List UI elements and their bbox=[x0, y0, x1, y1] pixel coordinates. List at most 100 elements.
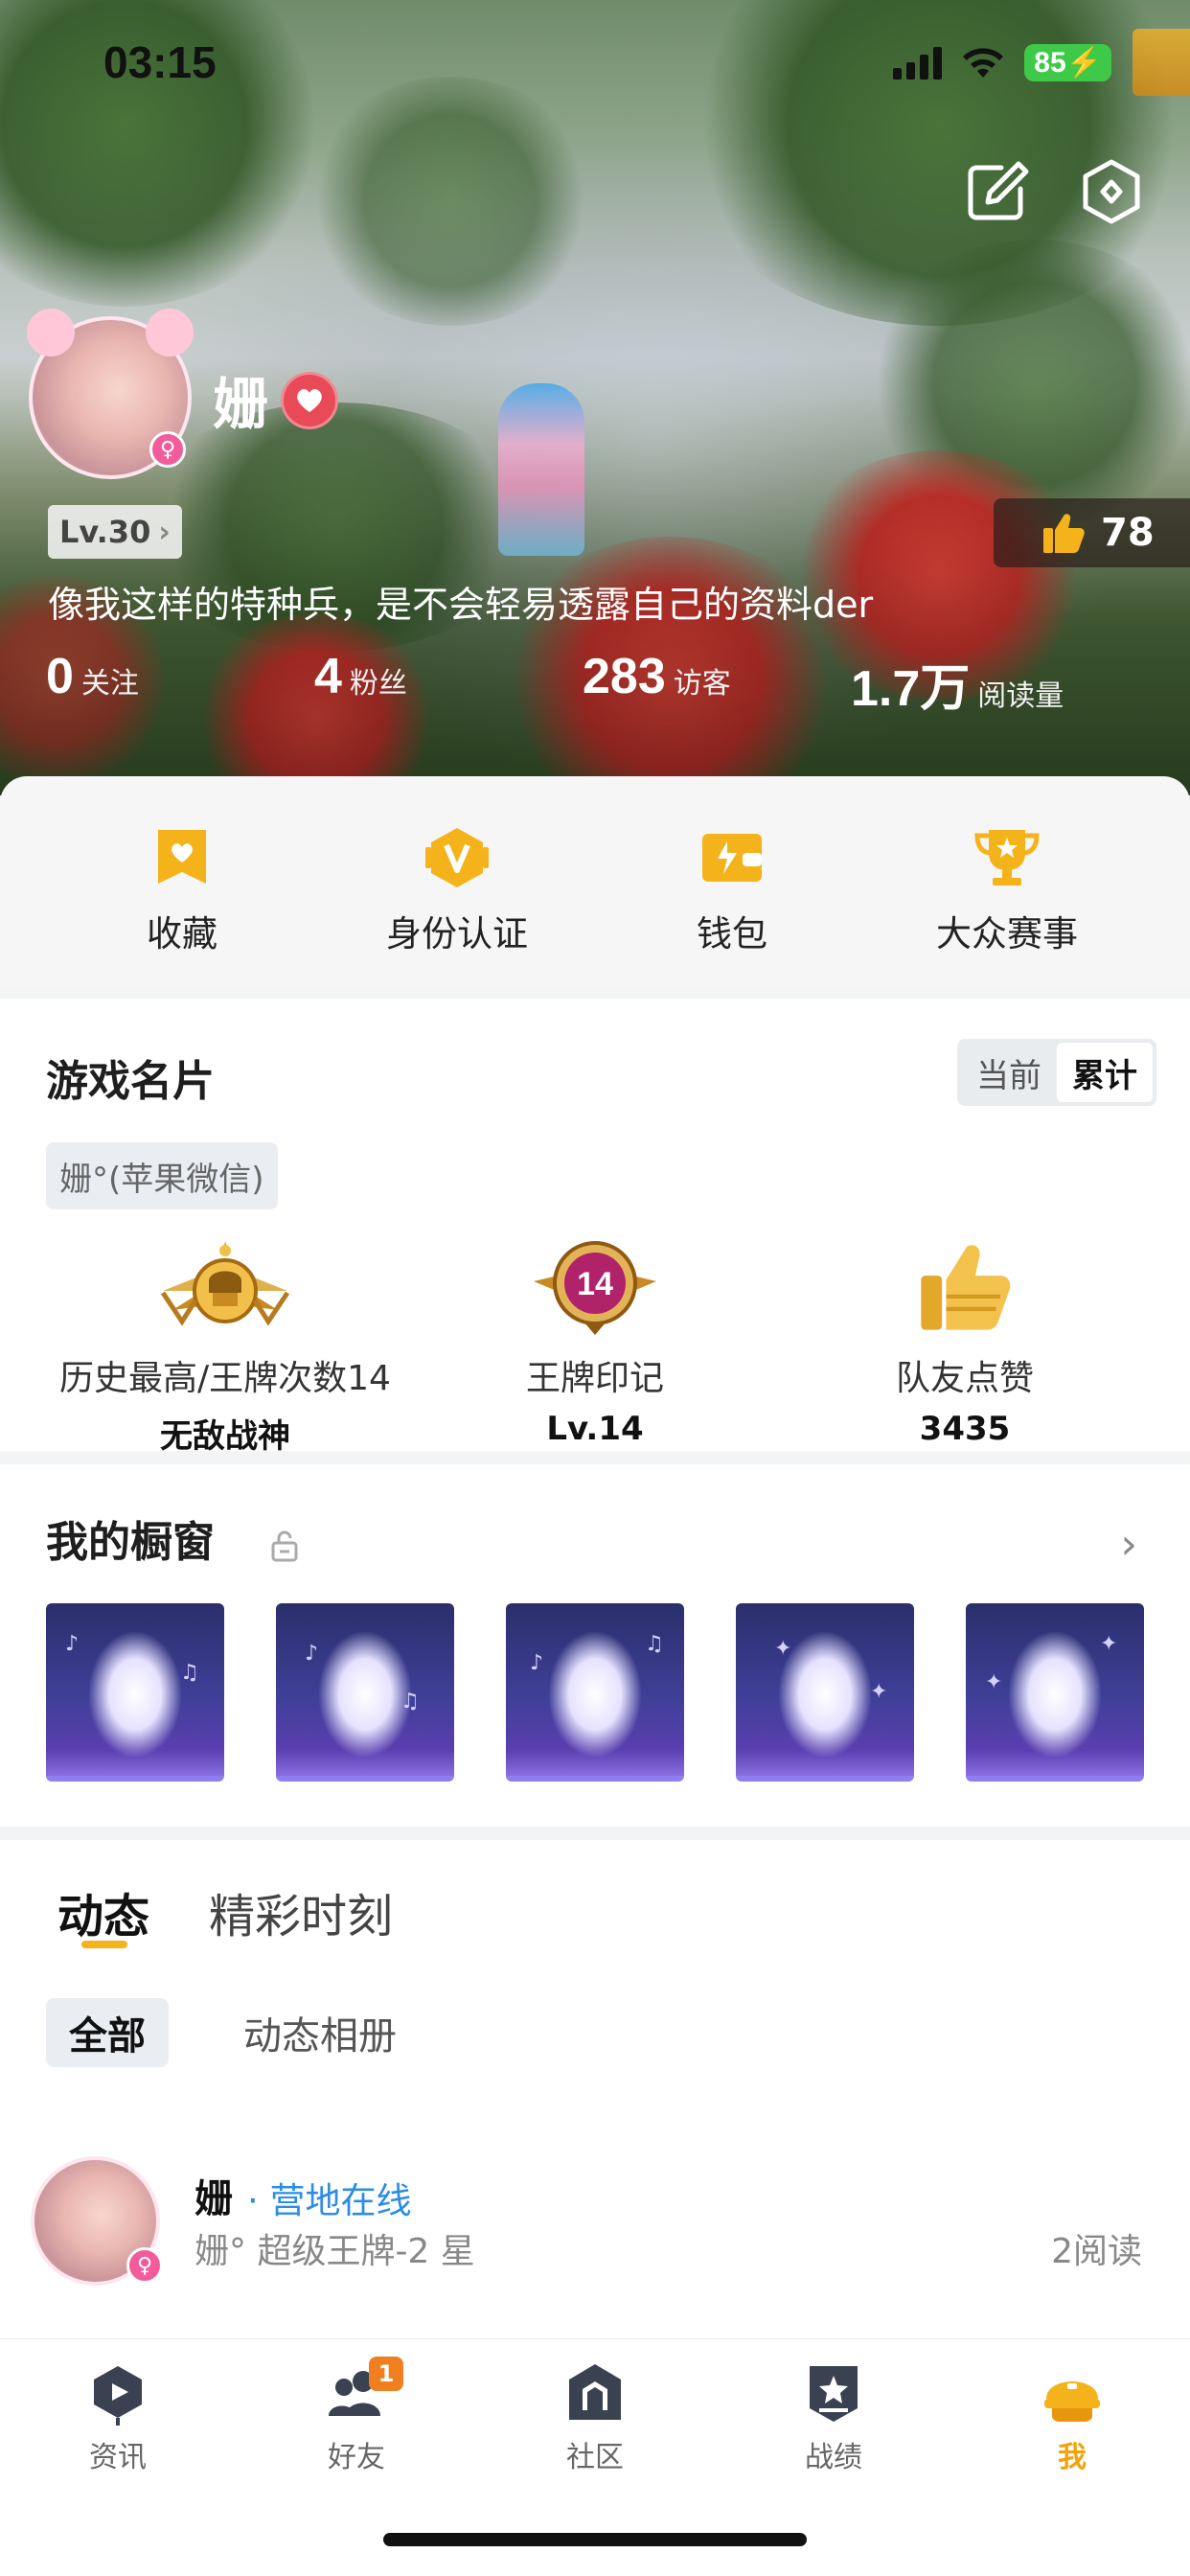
stat-value: 0 bbox=[46, 649, 74, 704]
stat-label: 访客 bbox=[673, 667, 731, 701]
battery-indicator: 85⚡ bbox=[1024, 43, 1111, 81]
honor-value: Lv.14 bbox=[546, 1410, 644, 1448]
filter-all[interactable]: 全部 bbox=[46, 1998, 169, 2067]
tab-label: 资讯 bbox=[89, 2441, 147, 2474]
profile-bio: 像我这样的特种兵，是不会轻易透露自己的资料der bbox=[48, 584, 874, 626]
profile-stats: 0 关注 4 粉丝 283 访客 1.7万 阅读量 bbox=[0, 648, 1190, 717]
tab-me[interactable]: 我 bbox=[995, 2360, 1149, 2475]
honor-label: 历史最高/王牌次数14 bbox=[59, 1359, 391, 1398]
thumbs-up-icon bbox=[1043, 514, 1085, 553]
quick-menu: 收藏 身份认证 钱包 大众赛事 bbox=[0, 776, 1190, 987]
game-account-tag[interactable]: 姗°(苹果微信) bbox=[46, 1142, 278, 1209]
quick-label: 钱包 bbox=[697, 913, 767, 954]
unlock-icon[interactable] bbox=[270, 1530, 299, 1562]
honor-highest-rank[interactable]: 历史最高/王牌次数14 无敌战神 bbox=[34, 1233, 417, 1457]
tab-news[interactable]: 资讯 bbox=[41, 2360, 195, 2475]
quick-verification[interactable]: 身份认证 bbox=[352, 824, 562, 956]
quick-events[interactable]: 大众赛事 bbox=[902, 824, 1112, 956]
stat-visitors[interactable]: 283 访客 bbox=[583, 648, 731, 705]
game-card-title: 游戏名片 bbox=[46, 1057, 215, 1106]
friends-badge: 1 bbox=[369, 2357, 403, 2391]
tab-highlights[interactable]: 精彩时刻 bbox=[209, 1878, 393, 1945]
quick-label: 身份认证 bbox=[386, 913, 528, 954]
wallet-icon bbox=[702, 834, 762, 882]
stat-label: 粉丝 bbox=[349, 667, 407, 701]
filter-album[interactable]: 动态相册 bbox=[220, 1998, 420, 2067]
showcase-item[interactable]: ✦ ✦ bbox=[736, 1603, 914, 1782]
post-online-status: · 营地在线 bbox=[247, 2180, 412, 2221]
active-tab-indicator bbox=[81, 1941, 127, 1948]
stat-value: 283 bbox=[583, 649, 666, 704]
toggle-current[interactable]: 当前 bbox=[961, 1043, 1057, 1102]
ace-medal-icon bbox=[160, 1241, 290, 1326]
post-meta: 姗° 超级王牌-2 星 bbox=[195, 2232, 475, 2271]
me-helmet-icon bbox=[1044, 2381, 1100, 2422]
feed-section: 动态 精彩时刻 全部 动态相册 ♀ 姗 · 营地在线 姗° 超级王牌-2 星 2… bbox=[0, 1840, 1190, 2338]
profile-nickname: 姗 bbox=[213, 372, 269, 437]
thumbs-up-gold-icon bbox=[921, 1245, 1011, 1330]
quick-label: 收藏 bbox=[147, 913, 217, 954]
likes-count: 78 bbox=[1101, 511, 1155, 555]
home-indicator[interactable] bbox=[383, 2533, 807, 2546]
bookmark-icon bbox=[158, 830, 206, 884]
tab-label: 我 bbox=[1058, 2441, 1087, 2474]
tab-label: 战绩 bbox=[805, 2441, 862, 2474]
game-card-toggle: 当前 累计 bbox=[957, 1039, 1156, 1106]
quick-label: 大众赛事 bbox=[936, 913, 1078, 954]
toggle-total[interactable]: 累计 bbox=[1057, 1043, 1153, 1102]
stat-label: 阅读量 bbox=[977, 679, 1064, 713]
record-icon bbox=[810, 2366, 858, 2422]
settings-hex-icon bbox=[1083, 159, 1140, 224]
gender-female-icon: ♀ bbox=[149, 431, 186, 468]
stat-following[interactable]: 0 关注 bbox=[46, 648, 139, 705]
game-logo bbox=[1133, 29, 1190, 96]
showcase-item[interactable]: ♪ ♫ bbox=[46, 1603, 224, 1782]
heart-badge-icon[interactable] bbox=[281, 372, 338, 429]
ace-mark-number: 14 bbox=[577, 1266, 613, 1302]
status-time: 03:15 bbox=[103, 37, 217, 87]
tab-friends[interactable]: 1 好友 bbox=[280, 2357, 433, 2475]
showcase-title: 我的橱窗 bbox=[46, 1518, 215, 1567]
tab-label: 社区 bbox=[566, 2441, 624, 2474]
showcase-item[interactable]: ✦ ✦ bbox=[966, 1603, 1144, 1782]
game-card-section: 游戏名片 当前 累计 姗°(苹果微信) 历史最高/王牌次数14 无敌战神 14 … bbox=[0, 999, 1190, 1456]
stat-value: 1.7万 bbox=[851, 661, 971, 717]
honor-value: 3435 bbox=[919, 1410, 1011, 1448]
chevron-right-icon[interactable]: › bbox=[1120, 1520, 1137, 1569]
tab-label: 好友 bbox=[328, 2441, 385, 2474]
community-icon bbox=[569, 2364, 621, 2420]
verify-icon bbox=[425, 828, 489, 887]
chevron-right-icon: › bbox=[158, 515, 171, 549]
honor-value: 无敌战神 bbox=[160, 1417, 290, 1456]
tab-records[interactable]: 战绩 bbox=[757, 2360, 910, 2475]
post-read-count: 2阅读 bbox=[1051, 2232, 1142, 2271]
settings-button[interactable] bbox=[1078, 158, 1145, 225]
showcase-section: 我的橱窗 › ♪ ♫ ♪ ♫ ♪ ♫ ✦ ✦ ✦ ✦ bbox=[0, 1464, 1190, 1827]
quick-wallet[interactable]: 钱包 bbox=[627, 824, 837, 956]
edit-profile-button[interactable] bbox=[963, 158, 1030, 225]
ace-mark-icon: 14 bbox=[534, 1241, 656, 1335]
showcase-item[interactable]: ♪ ♫ bbox=[276, 1603, 454, 1782]
stat-followers[interactable]: 4 粉丝 bbox=[314, 648, 407, 705]
tab-community[interactable]: 社区 bbox=[518, 2360, 672, 2475]
honor-teammate-likes[interactable]: 队友点赞 3435 bbox=[773, 1233, 1156, 1448]
likes-pill[interactable]: 78 bbox=[994, 498, 1190, 567]
stat-value: 4 bbox=[314, 649, 342, 704]
gender-female-icon: ♀ bbox=[126, 2247, 163, 2284]
cellular-signal-icon bbox=[893, 45, 943, 80]
post-author[interactable]: 姗 bbox=[195, 2168, 233, 2223]
showcase-item[interactable]: ♪ ♫ bbox=[506, 1603, 684, 1782]
stat-reads[interactable]: 1.7万 阅读量 bbox=[851, 648, 1064, 720]
level-badge[interactable]: Lv.30 › bbox=[48, 505, 182, 559]
tab-moments[interactable]: 动态 bbox=[57, 1878, 149, 1945]
level-text: Lv.30 bbox=[59, 514, 151, 550]
edit-icon bbox=[968, 161, 1029, 220]
trophy-icon bbox=[974, 830, 1040, 886]
honor-ace-mark[interactable]: 14 王牌印记 Lv.14 bbox=[403, 1233, 787, 1448]
quick-favorites[interactable]: 收藏 bbox=[77, 824, 287, 956]
wifi-icon bbox=[963, 48, 1004, 78]
status-indicators: 85⚡ bbox=[893, 29, 1190, 96]
stat-label: 关注 bbox=[80, 667, 139, 701]
honor-label: 队友点赞 bbox=[895, 1359, 1034, 1398]
news-icon bbox=[94, 2366, 142, 2426]
